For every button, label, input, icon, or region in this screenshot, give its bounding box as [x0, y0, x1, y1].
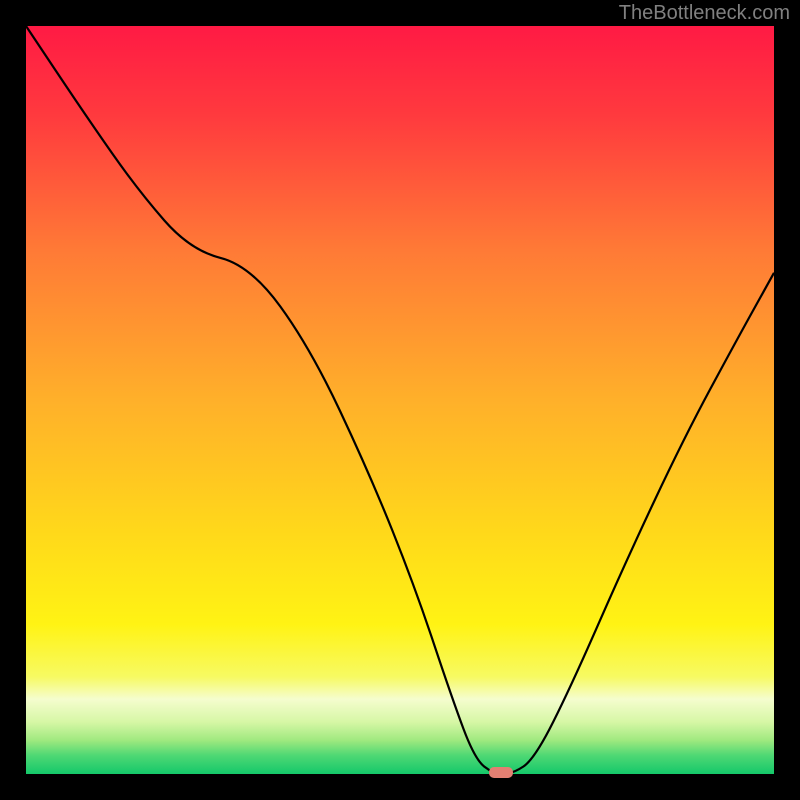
chart-stage: TheBottleneck.com	[0, 0, 800, 800]
watermark-text: TheBottleneck.com	[619, 2, 790, 25]
optimal-marker	[489, 767, 513, 778]
plot-background	[26, 26, 774, 774]
bottleneck-chart	[0, 0, 800, 800]
